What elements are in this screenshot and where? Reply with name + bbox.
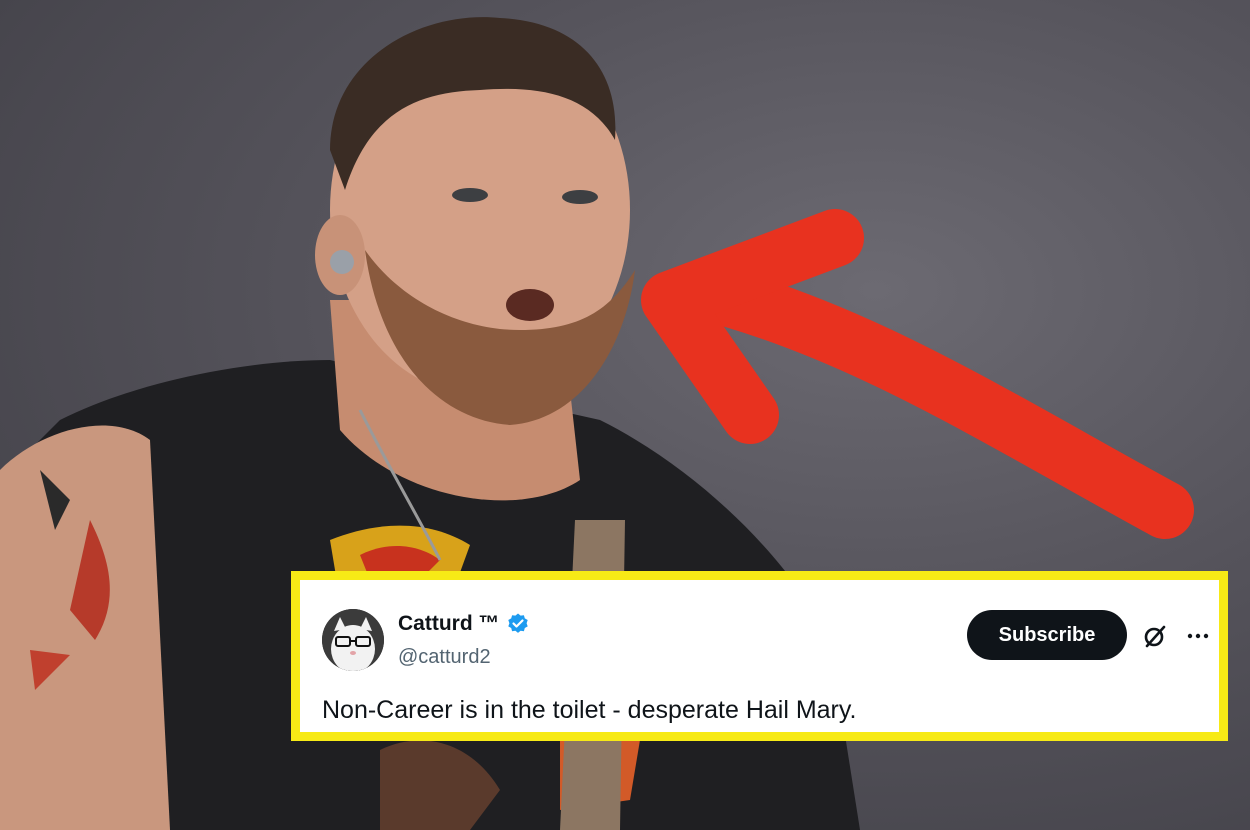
display-name[interactable]: Catturd ™	[398, 612, 500, 636]
grok-icon[interactable]	[1141, 622, 1169, 650]
handle[interactable]: @catturd2	[398, 646, 491, 669]
author-name-row: Catturd ™	[398, 612, 530, 636]
verified-badge-icon	[506, 612, 530, 636]
tweet-card: Catturd ™ @catturd2 Subscribe Non-Career…	[291, 571, 1228, 741]
cat-avatar-icon	[322, 609, 384, 671]
avatar[interactable]	[322, 609, 384, 671]
subscribe-button[interactable]: Subscribe	[967, 610, 1127, 660]
tweet-text: Non-Career is in the toilet - desperate …	[322, 696, 857, 724]
more-icon[interactable]	[1184, 622, 1212, 650]
